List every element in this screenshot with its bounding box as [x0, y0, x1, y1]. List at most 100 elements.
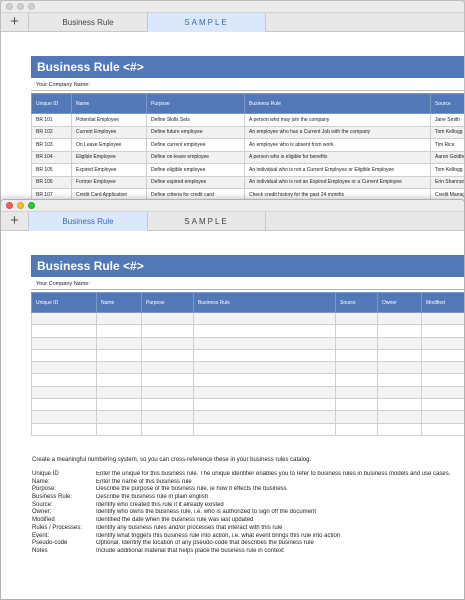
empty-cell[interactable]	[141, 348, 194, 363]
table-cell[interactable]: Potential Employee	[71, 113, 147, 127]
table-cell[interactable]: An employee who is absent from work	[244, 138, 431, 152]
empty-cell[interactable]	[141, 398, 194, 412]
empty-cell[interactable]	[193, 398, 336, 412]
table-cell[interactable]: Jane Smith	[430, 113, 464, 127]
empty-cell[interactable]	[193, 410, 336, 424]
column-header[interactable]: Name	[71, 93, 147, 114]
empty-cell[interactable]	[335, 373, 378, 387]
table-cell[interactable]: Define current employee	[146, 138, 245, 152]
table-cell[interactable]: Tim Rice	[430, 138, 464, 152]
empty-cell[interactable]	[193, 348, 336, 363]
empty-cell[interactable]	[96, 422, 142, 436]
empty-cell[interactable]	[96, 311, 142, 326]
empty-cell[interactable]	[377, 373, 422, 387]
empty-cell[interactable]	[141, 422, 194, 436]
table-cell[interactable]: BR 101	[31, 113, 72, 127]
minimize-window-button[interactable]	[17, 3, 24, 10]
empty-cell[interactable]	[96, 373, 142, 387]
empty-cell[interactable]	[421, 373, 464, 387]
table-cell[interactable]: Define future employee	[146, 125, 245, 139]
empty-cell[interactable]	[193, 336, 336, 350]
empty-cell[interactable]	[31, 311, 97, 326]
close-window-button[interactable]	[6, 3, 13, 10]
empty-cell[interactable]	[377, 336, 422, 350]
column-header[interactable]: Owner	[377, 292, 422, 313]
empty-cell[interactable]	[377, 311, 422, 326]
empty-cell[interactable]	[377, 361, 422, 375]
empty-cell[interactable]	[421, 311, 464, 326]
empty-cell[interactable]	[377, 385, 422, 400]
table-cell[interactable]: BR 102	[31, 125, 72, 139]
empty-cell[interactable]	[193, 311, 336, 326]
empty-cell[interactable]	[96, 324, 142, 338]
table-cell[interactable]: Current Employee	[71, 125, 147, 139]
empty-cell[interactable]	[421, 336, 464, 350]
tab-sample[interactable]: SAMPLE	[148, 13, 266, 32]
table-cell[interactable]: Define on-leave employee	[146, 150, 245, 164]
empty-cell[interactable]	[31, 410, 97, 424]
empty-cell[interactable]	[335, 348, 378, 363]
empty-cell[interactable]	[31, 324, 97, 338]
table-cell[interactable]: Tom Kellogg	[430, 163, 464, 177]
table-cell[interactable]: On Leave Employee	[71, 138, 147, 152]
tab-sample[interactable]: SAMPLE	[148, 212, 266, 231]
empty-cell[interactable]	[421, 385, 464, 400]
empty-cell[interactable]	[141, 311, 194, 326]
column-header[interactable]: Source	[335, 292, 378, 313]
empty-cell[interactable]	[141, 324, 194, 338]
tab-business-rule[interactable]: Business Rule	[29, 13, 148, 32]
empty-cell[interactable]	[193, 422, 336, 436]
table-cell[interactable]: BR 105	[31, 163, 72, 177]
empty-cell[interactable]	[31, 336, 97, 350]
column-header[interactable]: Unique ID	[31, 292, 97, 313]
empty-cell[interactable]	[335, 422, 378, 436]
close-window-button[interactable]	[6, 202, 13, 209]
empty-cell[interactable]	[31, 422, 97, 436]
table-cell[interactable]: Expired Employee	[71, 163, 147, 177]
table-cell[interactable]: Former Employee	[71, 175, 147, 189]
column-header[interactable]: Unique ID	[31, 93, 72, 114]
column-header[interactable]: Purpose	[146, 93, 245, 114]
table-cell[interactable]: Erin Shannon	[430, 175, 464, 189]
empty-cell[interactable]	[421, 422, 464, 436]
empty-cell[interactable]	[377, 348, 422, 363]
empty-cell[interactable]	[141, 336, 194, 350]
empty-cell[interactable]	[421, 361, 464, 375]
empty-cell[interactable]	[31, 398, 97, 412]
empty-cell[interactable]	[377, 324, 422, 338]
tab-business-rule[interactable]: Business Rule	[29, 212, 148, 231]
empty-cell[interactable]	[335, 324, 378, 338]
table-cell[interactable]: Define expired employee	[146, 175, 245, 189]
table-cell[interactable]: BR 104	[31, 150, 72, 164]
table-cell[interactable]: Tom Kellogg	[430, 125, 464, 139]
empty-cell[interactable]	[31, 385, 97, 400]
empty-cell[interactable]	[421, 324, 464, 338]
column-header[interactable]: Business Rule	[193, 292, 336, 313]
empty-cell[interactable]	[421, 398, 464, 412]
zoom-window-button[interactable]	[28, 3, 35, 10]
column-header[interactable]: Source	[430, 93, 464, 114]
table-cell[interactable]: Aaron Goldberg	[430, 150, 464, 164]
table-cell[interactable]: Define Skills Sets	[146, 113, 245, 127]
empty-cell[interactable]	[96, 336, 142, 350]
empty-cell[interactable]	[193, 361, 336, 375]
empty-cell[interactable]	[96, 348, 142, 363]
table-cell[interactable]: A person who is eligible for benefits	[244, 150, 431, 164]
table-cell[interactable]: An individual who is not an Expired Empl…	[244, 175, 431, 189]
table-cell[interactable]: An individual who is not a Current Emplo…	[244, 163, 431, 177]
empty-cell[interactable]	[193, 373, 336, 387]
empty-cell[interactable]	[335, 398, 378, 412]
empty-cell[interactable]	[96, 398, 142, 412]
empty-cell[interactable]	[96, 410, 142, 424]
column-header[interactable]: Business Rule	[244, 93, 431, 114]
empty-cell[interactable]	[335, 336, 378, 350]
table-cell[interactable]: Eligible Employee	[71, 150, 147, 164]
empty-cell[interactable]	[31, 373, 97, 387]
table-cell[interactable]: Define eligible employee	[146, 163, 245, 177]
minimize-window-button[interactable]	[17, 202, 24, 209]
empty-cell[interactable]	[377, 422, 422, 436]
empty-cell[interactable]	[193, 385, 336, 400]
empty-cell[interactable]	[335, 385, 378, 400]
empty-cell[interactable]	[335, 410, 378, 424]
empty-cell[interactable]	[31, 361, 97, 375]
